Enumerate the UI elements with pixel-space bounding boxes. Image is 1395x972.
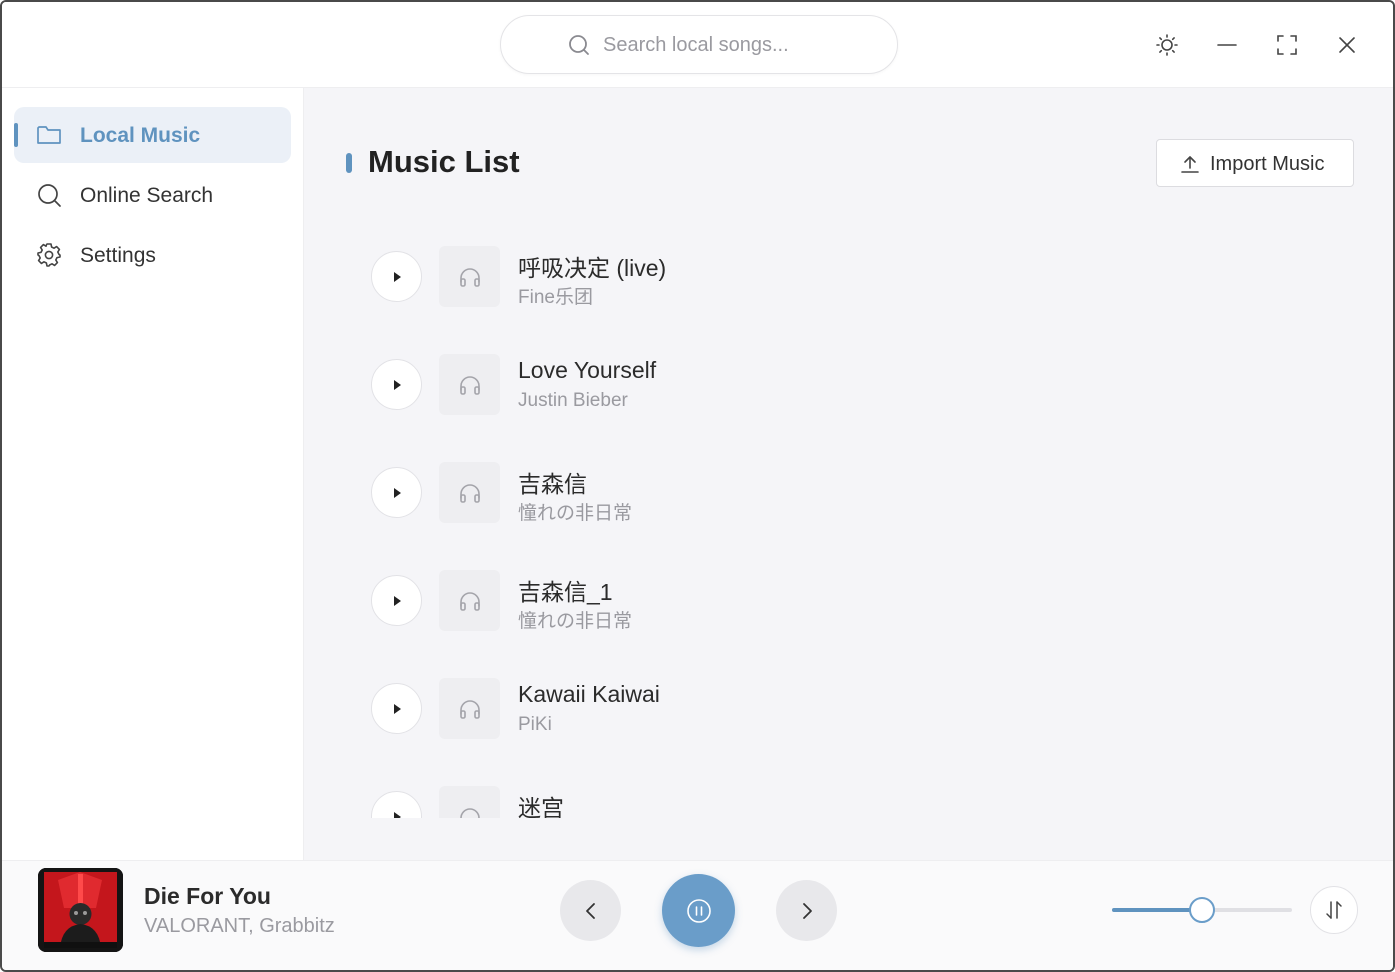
song-artist: Justin Bieber — [518, 390, 628, 411]
chevron-right-icon — [802, 902, 812, 919]
list-item[interactable]: 呼吸决定 (live) Fine乐团 — [304, 242, 1393, 350]
sidebar-item-online-search[interactable]: Online Search — [14, 167, 291, 223]
song-cover — [439, 786, 500, 818]
play-button[interactable] — [371, 359, 422, 410]
play-button[interactable] — [371, 251, 422, 302]
main-content: Music List Import Music 呼吸决定 (live) Fine… — [304, 88, 1393, 860]
now-playing-title: Die For You — [144, 883, 271, 909]
song-title: 吉森信 — [518, 471, 587, 497]
headphones-icon — [459, 591, 480, 611]
play-icon — [393, 379, 401, 390]
song-cover — [439, 462, 500, 523]
headphones-icon — [459, 483, 480, 503]
app-window: Local Music Online Search Settings Music… — [0, 0, 1395, 972]
volume-slider[interactable] — [1112, 897, 1292, 923]
song-cover — [439, 354, 500, 415]
song-artist: Fine乐团 — [518, 287, 593, 308]
theme-toggle-button[interactable] — [1152, 30, 1182, 60]
folder-icon — [37, 126, 61, 144]
song-cover — [439, 570, 500, 631]
next-button[interactable] — [776, 880, 837, 941]
sidebar-item-label: Online Search — [80, 184, 214, 207]
sidebar-item-local-music[interactable]: Local Music — [14, 107, 291, 163]
search-icon — [569, 35, 589, 55]
album-art — [38, 868, 123, 952]
search-icon — [38, 184, 61, 207]
pause-icon — [686, 898, 711, 923]
song-artist: 憧れの非日常 — [518, 503, 633, 524]
list-item[interactable]: Love Yourself Justin Bieber — [304, 350, 1393, 458]
sidebar-item-label: Settings — [80, 244, 156, 267]
headphones-icon — [459, 375, 480, 395]
sidebar-item-settings[interactable]: Settings — [14, 227, 291, 283]
fullscreen-button[interactable] — [1272, 30, 1302, 60]
list-item[interactable]: 迷宫 — [304, 782, 1393, 818]
headphones-icon — [459, 807, 480, 818]
sidebar-item-label: Local Music — [80, 124, 201, 147]
search-input[interactable] — [603, 30, 883, 60]
play-icon — [393, 595, 401, 606]
list-item[interactable]: Kawaii Kaiwai PiKi — [304, 674, 1393, 782]
song-title: Love Yourself — [518, 357, 657, 383]
minimize-button[interactable] — [1212, 30, 1242, 60]
previous-button[interactable] — [560, 880, 621, 941]
player-bar: Die For You VALORANT, Grabbitz — [2, 860, 1393, 970]
song-artist: PiKi — [518, 714, 552, 735]
close-icon — [1339, 37, 1355, 53]
headphones-icon — [459, 699, 480, 719]
list-item[interactable]: 吉森信_1 憧れの非日常 — [304, 566, 1393, 674]
play-button[interactable] — [371, 791, 422, 818]
play-icon — [393, 487, 401, 498]
song-title: Kawaii Kaiwai — [518, 681, 660, 707]
close-button[interactable] — [1332, 30, 1362, 60]
play-icon — [393, 271, 401, 282]
chevron-left-icon — [585, 902, 595, 919]
album-art-image — [38, 868, 123, 952]
pause-button[interactable] — [662, 874, 735, 947]
page-title: Music List — [368, 144, 520, 179]
song-cover — [439, 246, 500, 307]
play-order-button[interactable] — [1310, 886, 1358, 934]
headphones-icon — [459, 267, 480, 287]
fullscreen-icon — [1277, 35, 1297, 55]
music-list: 呼吸决定 (live) Fine乐团 Love Yourself Justin … — [304, 238, 1393, 818]
sun-icon — [1156, 34, 1178, 56]
gear-icon — [37, 243, 61, 267]
play-icon — [393, 811, 401, 818]
title-accent-bar — [346, 153, 352, 173]
play-icon — [393, 703, 401, 714]
active-indicator — [14, 123, 18, 147]
song-artist: 憧れの非日常 — [518, 611, 633, 632]
play-button[interactable] — [371, 683, 422, 734]
play-button[interactable] — [371, 467, 422, 518]
volume-thumb[interactable] — [1189, 897, 1215, 923]
search-box[interactable] — [500, 15, 898, 74]
list-item[interactable]: 吉森信 憧れの非日常 — [304, 458, 1393, 566]
title-bar — [2, 2, 1393, 88]
song-cover — [439, 678, 500, 739]
minimize-icon — [1217, 44, 1237, 46]
import-music-label: Import Music — [1210, 153, 1325, 175]
song-title: 呼吸决定 (live) — [518, 255, 667, 281]
sidebar: Local Music Online Search Settings — [2, 88, 304, 860]
now-playing-artist: VALORANT, Grabbitz — [144, 915, 335, 937]
sort-order-icon — [1326, 901, 1342, 919]
song-title: 迷宫 — [518, 795, 564, 818]
play-button[interactable] — [371, 575, 422, 626]
song-title: 吉森信_1 — [518, 579, 613, 605]
upload-icon — [1181, 156, 1199, 173]
import-music-button[interactable]: Import Music — [1156, 139, 1354, 187]
